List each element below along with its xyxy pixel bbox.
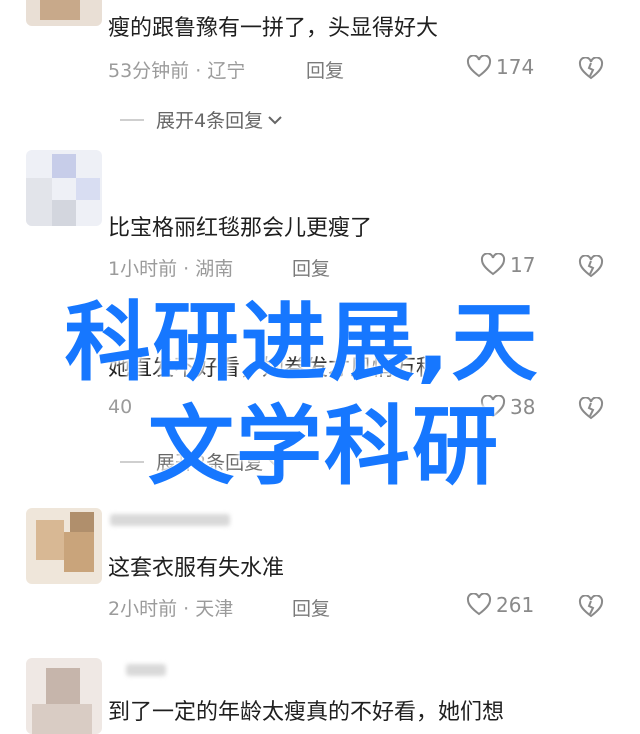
meta-separator: ·	[177, 598, 196, 620]
comment-text: 到了一定的年龄太瘦真的不好看，她们想	[108, 700, 505, 725]
dislike-button[interactable]	[578, 57, 604, 81]
comment-meta: 53分钟前 · 辽宁	[108, 56, 245, 83]
username-blurred	[110, 514, 230, 526]
heart-outline-icon	[466, 593, 492, 617]
avatar[interactable]	[26, 658, 102, 734]
like-count: 174	[496, 55, 535, 79]
comment-meta: 2小时前 · 天津	[108, 594, 233, 621]
like-count: 261	[496, 593, 535, 617]
comment-location: 辽宁	[207, 60, 246, 82]
reply-button[interactable]: 回复	[292, 594, 330, 621]
like-button[interactable]: 174	[466, 55, 534, 79]
avatar[interactable]	[26, 0, 102, 26]
chevron-down-icon	[267, 114, 283, 126]
expand-label: 展开4条回复	[156, 110, 264, 132]
divider	[120, 118, 144, 121]
avatar[interactable]	[26, 508, 102, 584]
comment-location: 天津	[195, 598, 234, 620]
like-button[interactable]: 261	[466, 593, 534, 617]
dislike-button[interactable]	[578, 595, 604, 619]
reply-button[interactable]: 回复	[306, 56, 344, 83]
overlay-title-line-2: 文学科研	[148, 397, 500, 497]
broken-heart-icon	[578, 57, 604, 81]
comment-text: 比宝格丽红毯那会儿更瘦了	[108, 216, 373, 241]
comment-text: 这套衣服有失水准	[108, 556, 285, 581]
username-blurred	[126, 664, 166, 676]
comment-text: 瘦的跟鲁豫有一拼了，头显得好大	[108, 16, 439, 41]
broken-heart-icon	[578, 595, 604, 619]
heart-outline-icon	[466, 55, 492, 79]
comment-time: 2小时前	[108, 598, 178, 620]
avatar[interactable]	[26, 150, 102, 226]
meta-separator: ·	[189, 60, 208, 82]
comment-time: 53分钟前	[108, 60, 190, 82]
expand-replies-button[interactable]: 展开4条回复	[120, 106, 283, 133]
